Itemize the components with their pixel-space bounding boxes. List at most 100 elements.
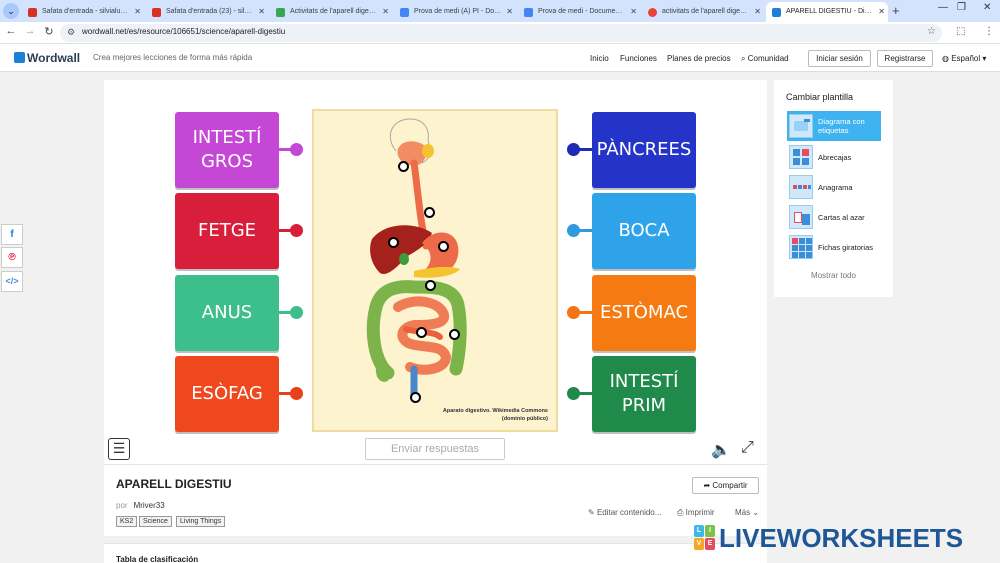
- activity-title: APARELL DIGESTIU: [116, 477, 232, 491]
- connector-dot[interactable]: [290, 224, 303, 237]
- template-anagrama[interactable]: Anagrama: [787, 172, 881, 202]
- label-boca[interactable]: BOCA: [592, 193, 696, 269]
- caret-down-icon: ▾: [982, 54, 987, 63]
- close-tab-icon[interactable]: ✕: [134, 2, 141, 22]
- nav-planes[interactable]: Planes de precios: [667, 54, 731, 63]
- wordwall-logo-icon: [14, 52, 25, 63]
- show-all-link[interactable]: Mostrar todo: [774, 271, 893, 280]
- leaderboard-title: Tabla de clasificación: [116, 555, 199, 563]
- connector-dot[interactable]: [567, 306, 580, 319]
- digestive-system-diagram: Aparato digestivo. Wikimedia Commons (do…: [312, 109, 558, 432]
- login-button[interactable]: Iniciar sesión: [808, 50, 871, 67]
- browser-tab[interactable]: Safata d'entrada - silvialucena ✕: [22, 2, 144, 22]
- browser-tab[interactable]: activitats de l'aparell digestiu ✕: [642, 2, 764, 22]
- author-line: por Mriver33: [116, 501, 165, 510]
- site-info-icon[interactable]: ⚙: [67, 27, 75, 38]
- register-button[interactable]: Registrarse: [877, 50, 933, 67]
- print-link[interactable]: ⎙ Imprimir: [677, 508, 715, 518]
- close-tab-icon[interactable]: ✕: [258, 2, 265, 22]
- tab-search-icon[interactable]: ⌄: [3, 3, 19, 19]
- pencil-icon: ✎: [588, 508, 595, 517]
- restore-icon[interactable]: ❐: [957, 2, 966, 13]
- reload-icon[interactable]: ↻: [42, 25, 56, 38]
- embed-icon[interactable]: </>: [1, 271, 23, 292]
- target-point-fetge[interactable]: [388, 237, 399, 248]
- browser-tab[interactable]: Activitats de l'aparell digestiu ✕: [270, 2, 392, 22]
- gmail-icon: [152, 8, 161, 17]
- connector-dot[interactable]: [567, 387, 580, 400]
- template-diagrama-con-etiquetas[interactable]: Diagrama con etiquetas: [787, 111, 881, 141]
- close-tab-icon[interactable]: ✕: [630, 2, 637, 22]
- activity-menu-icon[interactable]: ☰: [108, 438, 130, 460]
- pinterest-share-icon[interactable]: ℗: [1, 247, 23, 268]
- close-tab-icon[interactable]: ✕: [382, 2, 389, 22]
- open-the-box-icon: [789, 145, 813, 169]
- target-point-boca[interactable]: [398, 161, 409, 172]
- tag[interactable]: Living Things: [176, 516, 226, 527]
- extensions-icon[interactable]: ⬚: [956, 26, 965, 37]
- template-cartas-al-azar[interactable]: Cartas al azar: [787, 202, 881, 232]
- sound-icon[interactable]: 🔈: [711, 440, 731, 460]
- edit-content-link[interactable]: ✎ Editar contenido...: [588, 508, 661, 517]
- connector-dot[interactable]: [290, 143, 303, 156]
- connector-dot[interactable]: [290, 306, 303, 319]
- wordwall-logo[interactable]: Wordwall: [14, 51, 80, 65]
- printer-icon: ⎙: [677, 508, 684, 517]
- liveworksheets-logo-icon: LI VE: [694, 525, 716, 551]
- nav-funciones[interactable]: Funciones: [620, 54, 657, 63]
- activity-area: INTESTÍ GROS FETGE ANUS ESÒFAG PÀNCREES …: [104, 80, 767, 464]
- tag[interactable]: KS2: [116, 516, 138, 527]
- activity-info: APARELL DIGESTIU por Mriver33 KS2 Science…: [104, 464, 767, 536]
- facebook-share-icon[interactable]: f: [1, 224, 23, 245]
- label-anus[interactable]: ANUS: [175, 275, 279, 351]
- submit-answers-button[interactable]: Enviar respuestas: [365, 438, 505, 460]
- connector-dot[interactable]: [290, 387, 303, 400]
- browser-tab[interactable]: Prova de medi (A) PI - Docume ✕: [394, 2, 516, 22]
- nav-inicio[interactable]: Inicio: [590, 54, 609, 63]
- minimize-icon[interactable]: —: [938, 2, 948, 13]
- more-link[interactable]: Más ⌄: [735, 508, 759, 517]
- target-point-pancrees[interactable]: [425, 280, 436, 291]
- random-cards-icon: [789, 205, 813, 229]
- target-point-esofag[interactable]: [424, 207, 435, 218]
- author-link[interactable]: Mriver33: [134, 501, 165, 510]
- connector-line: [578, 229, 592, 232]
- bookmark-star-icon[interactable]: ☆: [927, 26, 936, 37]
- label-fetge[interactable]: FETGE: [175, 193, 279, 269]
- target-point-anus[interactable]: [410, 392, 421, 403]
- connector-dot[interactable]: [567, 224, 580, 237]
- back-icon[interactable]: ←: [4, 25, 18, 37]
- label-esofag[interactable]: ESÒFAG: [175, 356, 279, 432]
- connector-dot[interactable]: [567, 143, 580, 156]
- close-window-icon[interactable]: ✕: [983, 2, 991, 13]
- globe-icon: ◍: [942, 54, 949, 63]
- tag[interactable]: Science: [139, 516, 172, 527]
- label-pancrees[interactable]: PÀNCREES: [592, 112, 696, 188]
- language-select[interactable]: ◍ Español ▾: [942, 54, 986, 63]
- target-point-intesti-gros[interactable]: [449, 329, 460, 340]
- browser-tab[interactable]: Prova de medi - Documents de ✕: [518, 2, 640, 22]
- share-button[interactable]: ➦ Compartir: [692, 477, 759, 494]
- nav-comunidad[interactable]: ⌕ Comunidad: [741, 54, 789, 64]
- target-point-intesti-prim[interactable]: [416, 327, 427, 338]
- browser-tab-active[interactable]: APARELL DIGESTIU - Diagrama ✕: [766, 2, 888, 22]
- close-tab-icon[interactable]: ✕: [878, 2, 885, 22]
- forward-icon[interactable]: →: [23, 25, 37, 37]
- template-abrecajas[interactable]: Abrecajas: [787, 142, 881, 172]
- target-point-estomac[interactable]: [438, 241, 449, 252]
- docs-icon: [400, 8, 409, 17]
- label-intesti-prim[interactable]: INTESTÍ PRIM: [592, 356, 696, 432]
- url-field[interactable]: ⚙ wordwall.net/es/resource/106651/scienc…: [60, 24, 942, 42]
- leaderboard-card: Tabla de clasificación: [104, 543, 767, 563]
- browser-tab[interactable]: Safata d'entrada (23) - silvia10 ✕: [146, 2, 268, 22]
- fullscreen-icon[interactable]: ⤢: [741, 439, 754, 457]
- label-estomac[interactable]: ESTÒMAC: [592, 275, 696, 351]
- browser-menu-icon[interactable]: ⋮: [984, 26, 994, 37]
- close-tab-icon[interactable]: ✕: [754, 2, 761, 22]
- gmail-icon: [28, 8, 37, 17]
- new-tab-button[interactable]: +: [892, 3, 900, 19]
- label-intesti-gros[interactable]: INTESTÍ GROS: [175, 112, 279, 188]
- template-fichas-giratorias[interactable]: Fichas giratorias: [787, 232, 881, 262]
- site-tagline: Crea mejores lecciones de forma más rápi…: [93, 53, 253, 62]
- close-tab-icon[interactable]: ✕: [506, 2, 513, 22]
